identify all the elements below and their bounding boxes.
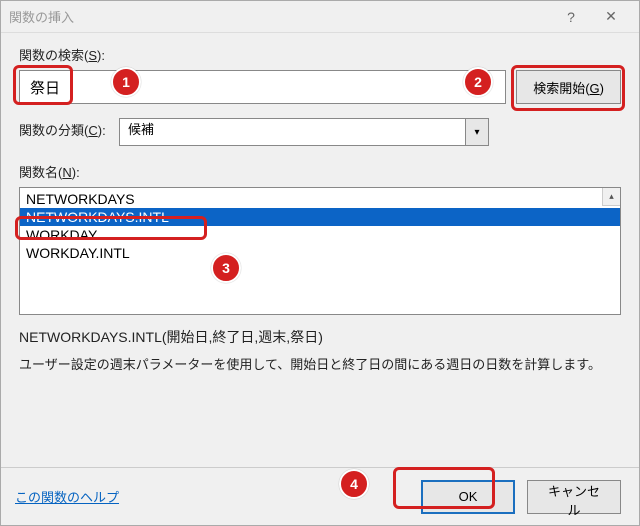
list-item[interactable]: WORKDAY: [20, 226, 620, 244]
titlebar: 関数の挿入 ? ✕: [1, 1, 639, 33]
search-label-key: S: [88, 48, 97, 63]
fn-label-post: ):: [72, 165, 80, 180]
cat-label-post: ):: [98, 123, 106, 138]
search-label-post: ):: [97, 48, 105, 63]
search-label: 関数の検索(S):: [19, 45, 621, 64]
window-title: 関数の挿入: [9, 7, 551, 26]
fn-label-pre: 関数名(: [19, 165, 62, 180]
list-item[interactable]: WORKDAY.INTL: [20, 244, 620, 262]
cat-label-key: C: [88, 123, 97, 138]
function-description: ユーザー設定の週末パラメーターを使用して、開始日と終了日の間にある週日の日数を計…: [19, 355, 621, 375]
cancel-button[interactable]: キャンセル: [527, 480, 621, 514]
insert-function-dialog: 関数の挿入 ? ✕ 関数の検索(S): 検索開始(G) 関数の分類(C): 候補…: [0, 0, 640, 526]
list-item[interactable]: NETWORKDAYS.INTL: [20, 208, 620, 226]
chevron-down-icon[interactable]: ▾: [465, 118, 489, 146]
function-listbox[interactable]: ▴ NETWORKDAYS NETWORKDAYS.INTL WORKDAY W…: [19, 187, 621, 315]
ok-button[interactable]: OK: [421, 480, 515, 514]
category-dropdown[interactable]: 候補 ▾: [119, 118, 489, 146]
go-label-pre: 検索開始(: [533, 81, 589, 96]
help-link[interactable]: この関数のヘルプ: [15, 487, 119, 506]
dialog-footer: この関数のヘルプ OK キャンセル: [1, 467, 639, 525]
close-button[interactable]: ✕: [591, 3, 631, 31]
category-selected: 候補: [119, 118, 465, 146]
search-go-button[interactable]: 検索開始(G): [516, 70, 621, 104]
cat-label-pre: 関数の分類(: [19, 123, 88, 138]
fn-label-key: N: [62, 165, 71, 180]
scroll-up-icon[interactable]: ▴: [602, 188, 620, 206]
go-label-post: ): [600, 81, 604, 96]
dialog-content: 関数の検索(S): 検索開始(G) 関数の分類(C): 候補 ▾ 関数名(N):…: [1, 33, 639, 387]
function-signature: NETWORKDAYS.INTL(開始日,終了日,週末,祭日): [19, 327, 621, 347]
category-label: 関数の分類(C):: [19, 120, 111, 139]
list-item[interactable]: NETWORKDAYS: [20, 190, 620, 208]
function-name-label: 関数名(N):: [19, 162, 621, 181]
function-list: NETWORKDAYS NETWORKDAYS.INTL WORKDAY WOR…: [20, 188, 620, 264]
search-label-pre: 関数の検索(: [19, 48, 88, 63]
go-label-key: G: [590, 81, 600, 96]
search-input[interactable]: [19, 70, 506, 104]
help-button[interactable]: ?: [551, 3, 591, 31]
